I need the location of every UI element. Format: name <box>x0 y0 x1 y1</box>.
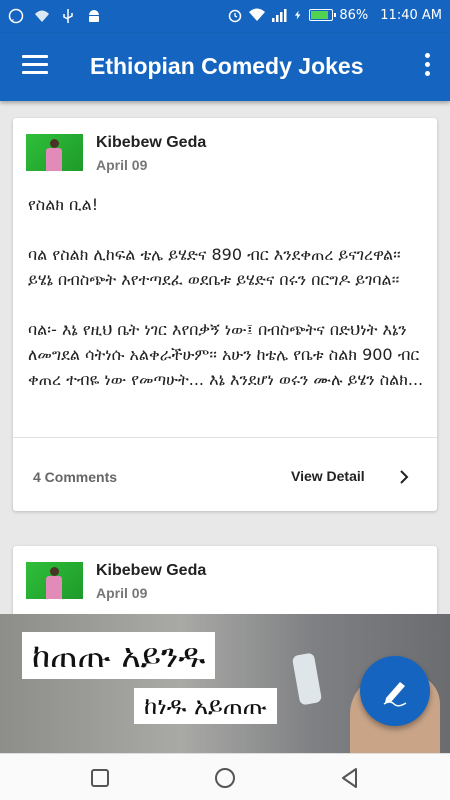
wifi-signal-icon <box>249 8 266 21</box>
divider <box>13 437 437 438</box>
cell-signal-icon <box>272 9 287 22</box>
author-name[interactable]: Kibebew Geda <box>96 134 206 152</box>
app-bar: Ethiopian Comedy Jokes <box>0 33 450 101</box>
avatar[interactable] <box>26 562 83 599</box>
back-triangle-icon[interactable] <box>338 766 362 790</box>
image-caption-line1: ከጠጡ አይንዱ <box>22 632 216 679</box>
post-date: April 09 <box>96 157 148 173</box>
post-date: April 09 <box>96 585 148 601</box>
author-name[interactable]: Kibebew Geda <box>96 562 206 580</box>
home-circle-icon[interactable] <box>213 766 237 790</box>
whatsapp-icon <box>8 8 24 24</box>
alarm-icon <box>229 9 242 23</box>
post-card[interactable]: Kibebew Geda April 09 የስልክ ቢል! ባል የስልክ ሊ… <box>13 118 437 511</box>
status-right-icons: 86% 11:40 AM <box>227 7 442 23</box>
chevron-right-icon[interactable] <box>398 470 410 484</box>
app-title: Ethiopian Comedy Jokes <box>90 53 364 79</box>
charging-icon <box>295 10 301 20</box>
baby-bottle-image <box>291 652 323 706</box>
wifi-icon <box>35 10 49 22</box>
battery-icon <box>309 9 337 21</box>
compose-fab-button[interactable] <box>360 656 430 726</box>
compose-icon <box>383 682 407 707</box>
clock: 11:40 AM <box>380 7 442 23</box>
post-card[interactable]: Kibebew Geda April 09 <box>13 546 437 616</box>
comments-link[interactable]: 4 Comments <box>33 469 117 485</box>
usb-icon <box>63 9 73 23</box>
avatar[interactable] <box>26 134 83 171</box>
status-left-icons <box>8 8 102 24</box>
status-bar: 86% 11:40 AM <box>0 0 450 33</box>
android-icon <box>89 10 99 22</box>
post-body: የስልክ ቢል! ባል የስልክ ሊከፍል ቴሌ ይሄድና 890 ብር እንደ… <box>28 195 424 389</box>
battery-percent: 86% <box>339 7 369 23</box>
image-caption-line2: ከነዱ አይጠጡ <box>134 688 277 724</box>
system-nav-bar <box>0 753 450 800</box>
more-vert-icon[interactable] <box>422 53 432 81</box>
hamburger-menu-icon[interactable] <box>22 55 48 77</box>
recents-square-icon[interactable] <box>88 766 112 790</box>
view-detail-button[interactable]: View Detail <box>291 468 365 484</box>
battery-level-fill <box>311 11 329 19</box>
